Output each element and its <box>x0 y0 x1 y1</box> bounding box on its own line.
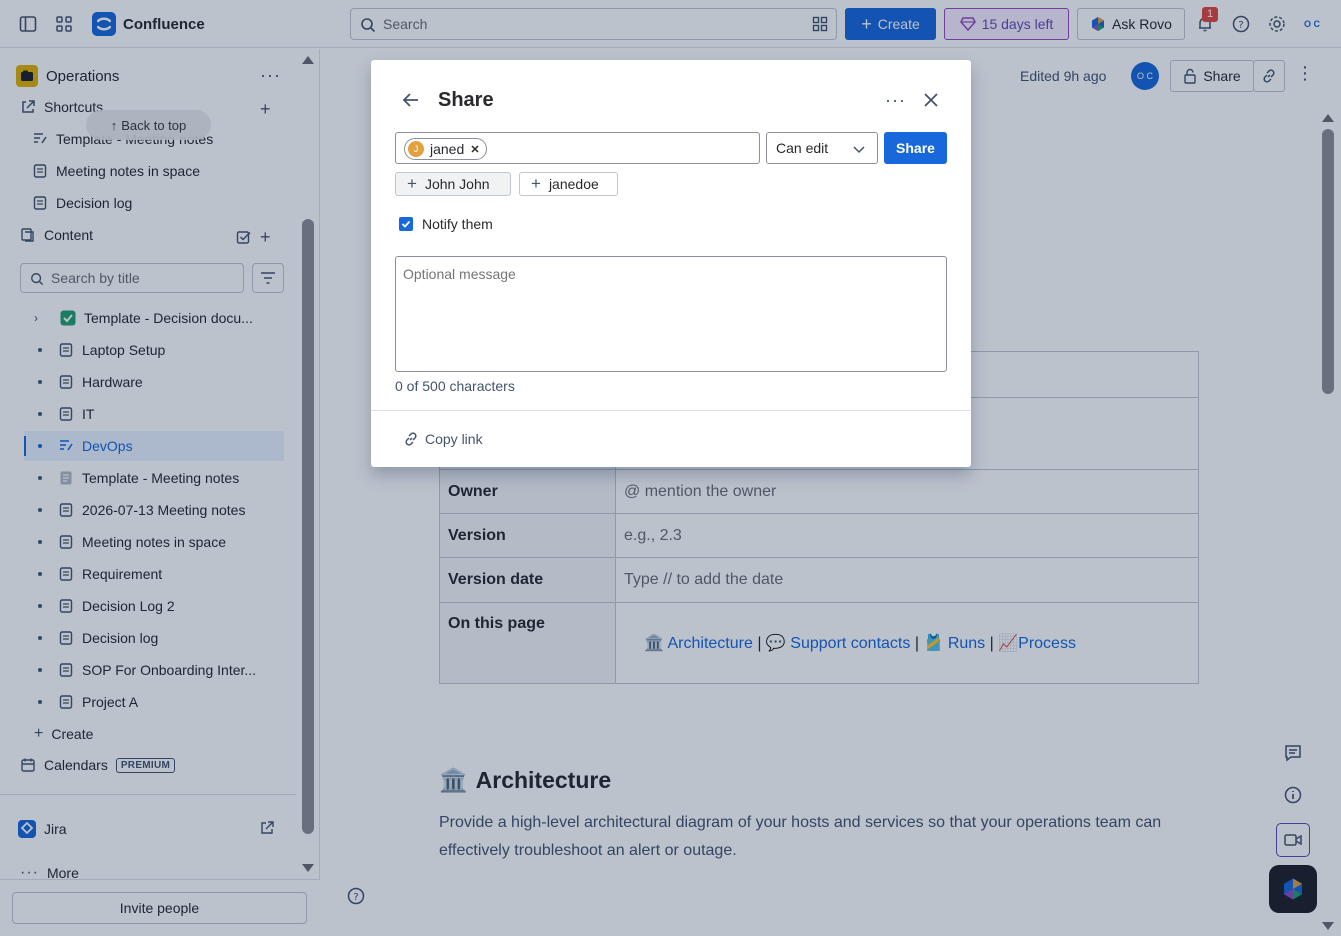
notify-label: Notify them <box>422 216 493 232</box>
suggestion-label: janedoe <box>548 176 599 192</box>
recipient-chip: J janed <box>404 138 488 160</box>
permission-select[interactable]: Can edit <box>766 132 878 164</box>
suggestion-john-john[interactable]: + John John <box>395 172 511 196</box>
remove-chip-icon[interactable] <box>470 141 480 157</box>
plus-icon: + <box>407 174 417 193</box>
share-submit-label: Share <box>896 140 935 156</box>
plus-icon: + <box>531 174 541 193</box>
character-count: 0 of 500 characters <box>395 378 515 394</box>
share-submit-button[interactable]: Share <box>884 132 947 164</box>
suggestion-janedoe[interactable]: + janedoe <box>519 172 618 196</box>
recipient-avatar: J <box>408 141 424 157</box>
notify-checkbox-row[interactable]: Notify them <box>399 216 493 232</box>
notify-checkbox[interactable] <box>399 217 413 231</box>
dialog-title: Share <box>438 89 494 111</box>
message-textarea[interactable] <box>395 256 947 372</box>
back-arrow-icon[interactable] <box>401 90 421 113</box>
dialog-more-icon[interactable]: ··· <box>885 90 906 111</box>
chevron-down-icon <box>853 146 865 154</box>
close-icon[interactable] <box>921 90 941 113</box>
share-dialog: Share ··· J janed Can edit Share + John … <box>371 60 971 467</box>
copy-link-button[interactable]: Copy link <box>403 431 483 447</box>
permission-value: Can edit <box>776 140 829 156</box>
people-picker-input[interactable]: J janed <box>395 132 760 164</box>
checkmark-icon <box>401 220 411 228</box>
recipient-name: janed <box>430 141 465 157</box>
link-icon <box>405 432 417 446</box>
suggestion-label: John John <box>424 176 490 192</box>
dialog-divider <box>371 410 971 411</box>
copy-link-label: Copy link <box>425 431 483 447</box>
